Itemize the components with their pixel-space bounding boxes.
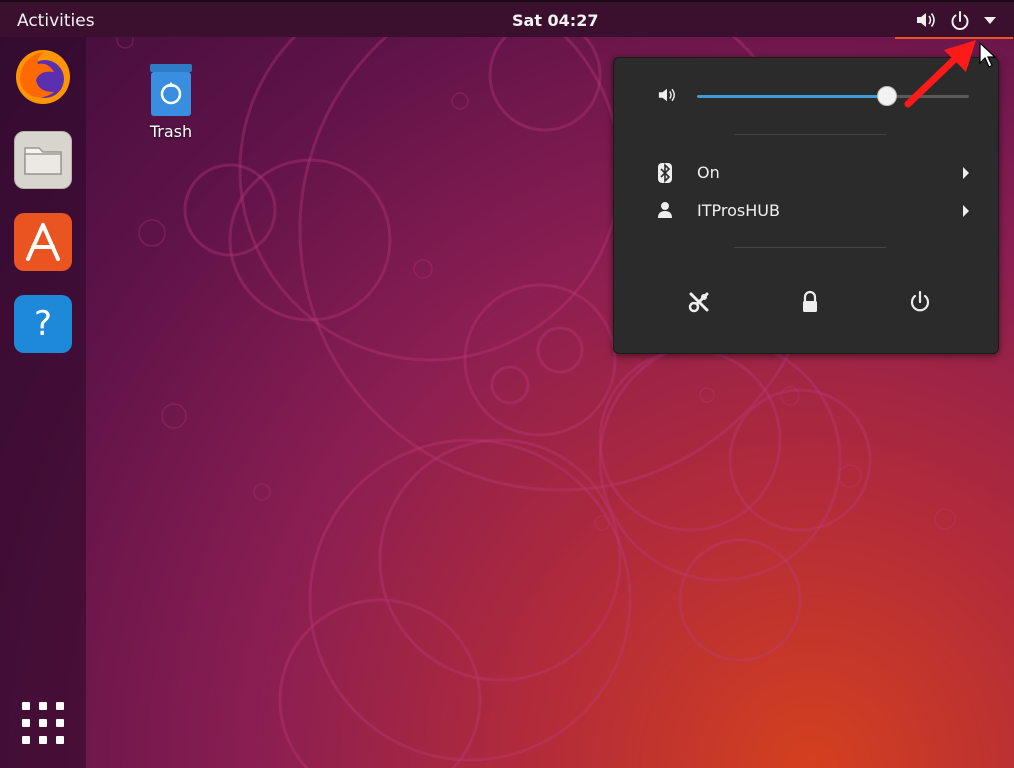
lock-icon bbox=[803, 290, 817, 312]
menu-separator bbox=[734, 247, 886, 248]
dock-item-files[interactable] bbox=[14, 131, 72, 189]
user-name-label: ITProsHUB bbox=[697, 201, 780, 220]
settings-tools-icon bbox=[688, 292, 709, 313]
power-off-button[interactable] bbox=[907, 289, 933, 315]
user-menu-item[interactable]: ITProsHUB bbox=[657, 197, 969, 225]
power-icon bbox=[910, 290, 930, 312]
folder-icon bbox=[24, 147, 62, 175]
volume-slider-handle[interactable] bbox=[877, 86, 898, 106]
dock: ? bbox=[0, 37, 86, 768]
submenu-arrow-icon bbox=[963, 167, 969, 179]
top-bar: Activities Sat 04:27 bbox=[0, 0, 1014, 39]
caret-down-icon bbox=[984, 17, 996, 24]
bluetooth-status-label: On bbox=[697, 163, 720, 182]
menu-separator bbox=[734, 134, 886, 135]
lock-button[interactable] bbox=[797, 289, 823, 315]
red-arrow-annotation bbox=[904, 40, 976, 108]
user-icon bbox=[658, 202, 672, 218]
clock[interactable]: Sat 04:27 bbox=[512, 11, 598, 30]
bluetooth-menu-item[interactable]: On bbox=[657, 159, 969, 187]
dock-item-firefox[interactable] bbox=[14, 48, 72, 106]
trash-label: Trash bbox=[149, 122, 193, 141]
dock-item-help[interactable]: ? bbox=[14, 295, 72, 353]
activities-button[interactable]: Activities bbox=[17, 11, 95, 31]
speaker-icon bbox=[917, 13, 935, 27]
desktop-icon-trash[interactable]: Trash bbox=[140, 62, 202, 141]
dock-item-ubuntu-software[interactable] bbox=[14, 213, 72, 271]
firefox-icon bbox=[16, 50, 70, 104]
show-applications-button[interactable] bbox=[22, 702, 64, 744]
power-icon bbox=[951, 11, 969, 30]
volume-slider-fill bbox=[697, 95, 888, 98]
help-icon: ? bbox=[33, 304, 53, 344]
system-status-area[interactable] bbox=[895, 2, 1014, 39]
trash-icon bbox=[148, 62, 194, 118]
mouse-cursor-icon bbox=[979, 42, 997, 68]
speaker-icon bbox=[658, 88, 675, 102]
software-store-icon bbox=[26, 223, 60, 261]
settings-button[interactable] bbox=[686, 289, 712, 315]
submenu-arrow-icon bbox=[963, 205, 969, 217]
bluetooth-icon bbox=[658, 163, 672, 183]
